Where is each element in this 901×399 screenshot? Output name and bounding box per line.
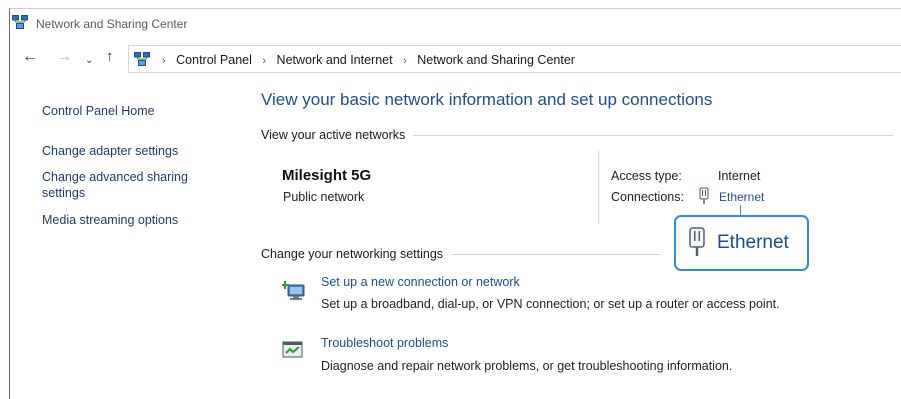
- network-name: Milesight 5G: [282, 167, 372, 184]
- navigation-bar: ← → ⌄ ↑ › Control Panel › Network and In…: [10, 45, 901, 73]
- troubleshoot-link[interactable]: Troubleshoot problems: [321, 336, 448, 350]
- access-type-value: Internet: [718, 169, 761, 183]
- connections-label: Connections:: [611, 190, 684, 204]
- window-title: Network and Sharing Center: [36, 17, 188, 31]
- ethernet-icon: [698, 187, 710, 210]
- change-adapter-settings-link[interactable]: Change adapter settings: [42, 143, 178, 159]
- active-networks-heading: View your active networks: [261, 128, 894, 142]
- media-streaming-options-link[interactable]: Media streaming options: [42, 212, 178, 228]
- access-type-label: Access type:: [611, 169, 682, 183]
- back-button[interactable]: ←: [22, 49, 38, 65]
- ethernet-callout: Ethernet: [674, 215, 809, 271]
- breadcrumb-network-and-sharing-center[interactable]: Network and Sharing Center: [417, 53, 575, 67]
- breadcrumb-control-panel[interactable]: Control Panel: [176, 53, 252, 67]
- address-bar[interactable]: › Control Panel › Network and Internet ›…: [128, 45, 901, 73]
- vertical-divider: [598, 151, 599, 223]
- breadcrumb: › Control Panel › Network and Internet ›…: [155, 53, 575, 67]
- active-networks-heading-text: View your active networks: [261, 128, 406, 142]
- setup-connection-link[interactable]: Set up a new connection or network: [321, 275, 520, 289]
- new-connection-icon: [281, 279, 308, 306]
- callout-label: Ethernet: [717, 232, 789, 253]
- ethernet-connection-link[interactable]: Ethernet: [719, 190, 764, 204]
- section-divider: [413, 134, 894, 136]
- change-settings-heading: Change your networking settings: [261, 247, 662, 261]
- network-center-icon: [134, 52, 150, 71]
- breadcrumb-separator[interactable]: ›: [262, 55, 266, 67]
- troubleshoot-description: Diagnose and repair network problems, or…: [321, 359, 733, 373]
- ethernet-icon: [687, 227, 707, 262]
- breadcrumb-separator: ›: [162, 55, 166, 67]
- section-divider: [451, 253, 662, 255]
- up-button[interactable]: ↑: [106, 49, 114, 64]
- troubleshoot-icon: [282, 340, 304, 365]
- network-center-icon: [12, 15, 28, 34]
- change-advanced-sharing-settings-link[interactable]: Change advanced sharing settings: [42, 169, 212, 201]
- forward-button[interactable]: →: [56, 49, 72, 65]
- control-panel-home-link[interactable]: Control Panel Home: [42, 103, 155, 119]
- callout-pointer: [740, 205, 741, 215]
- network-type: Public network: [283, 190, 365, 204]
- change-settings-heading-text: Change your networking settings: [261, 247, 444, 261]
- page-title: View your basic network information and …: [261, 90, 713, 109]
- title-bar: Network and Sharing Center: [10, 9, 901, 35]
- setup-connection-description: Set up a broadband, dial-up, or VPN conn…: [321, 297, 780, 311]
- breadcrumb-network-and-internet[interactable]: Network and Internet: [277, 53, 393, 67]
- breadcrumb-separator[interactable]: ›: [403, 55, 407, 67]
- recent-locations-button[interactable]: ⌄: [85, 54, 93, 68]
- window: Network and Sharing Center ← → ⌄ ↑ › Con…: [9, 8, 901, 399]
